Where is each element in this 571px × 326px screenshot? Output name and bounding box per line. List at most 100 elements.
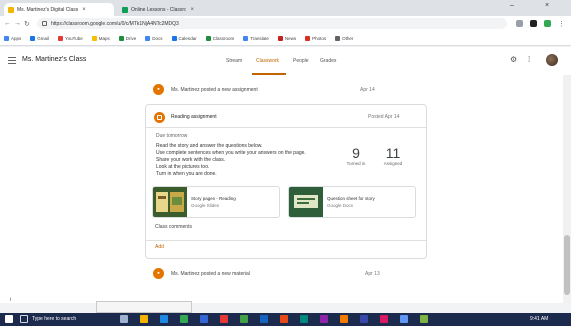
stream-item-title[interactable]: Ms. Martinez posted a new material	[171, 271, 250, 277]
instruction-line: Look at the pictures too.	[156, 164, 210, 170]
attachment-title: Question sheet for story	[327, 196, 375, 201]
file-explorer-icon[interactable]	[140, 315, 148, 323]
class-comments-label[interactable]: Class comments	[155, 224, 192, 230]
bookmark-item[interactable]: Maps	[91, 36, 110, 41]
chrome-icon[interactable]	[180, 315, 188, 323]
attachment-card[interactable]: Story pages - Reading Google Slides	[152, 186, 280, 218]
assignment-card: Reading assignment Posted Apr 14 Due tom…	[145, 104, 427, 259]
teams-icon[interactable]	[300, 315, 308, 323]
material-icon: ▪	[153, 268, 164, 279]
windows-start-icon[interactable]	[5, 315, 13, 323]
bookmark-star-icon[interactable]	[516, 20, 523, 27]
side-label: i	[10, 297, 12, 303]
youtube-icon	[58, 36, 64, 41]
turned-in-label: Turned in	[346, 161, 366, 166]
docs-icon	[145, 36, 151, 41]
folder-icon	[335, 36, 341, 41]
class-title[interactable]: Ms. Martinez's Class	[22, 56, 86, 63]
address-bar[interactable]: https://classroom.google.com/u/0/c/MTk1N…	[37, 18, 507, 29]
assignment-title[interactable]: Reading assignment	[171, 114, 217, 120]
turned-in-stat[interactable]: 9 Turned in	[346, 145, 366, 166]
search-icon[interactable]	[20, 315, 28, 323]
bookmark-item[interactable]: Other	[335, 36, 353, 41]
classroom-icon	[205, 36, 211, 41]
avatar[interactable]	[546, 54, 558, 66]
app-icon[interactable]	[380, 315, 388, 323]
add-comment-link[interactable]: Add	[155, 244, 164, 250]
instruction-line: Turn in when you are done.	[156, 171, 217, 177]
attachment-type: Google Slides	[191, 203, 220, 208]
settings-gear-icon[interactable]: ⚙	[510, 55, 517, 64]
gmail-icon	[30, 36, 36, 41]
close-tab-icon[interactable]: ×	[82, 7, 86, 13]
tab-label: Online Lessons - Classroom	[131, 6, 187, 13]
floating-toolbar[interactable]	[96, 301, 192, 313]
assigned-count: 11	[385, 145, 401, 161]
bookmark-item[interactable]: Drive	[118, 36, 136, 41]
divider	[146, 127, 426, 128]
browser-tab[interactable]: Online Lessons - Classroom ×	[118, 3, 198, 16]
docs-thumbnail	[289, 187, 323, 217]
bookmark-item[interactable]: Apps	[4, 36, 21, 41]
assigned-stat[interactable]: 11 Assigned	[381, 145, 405, 166]
page-scrollbar[interactable]	[563, 75, 571, 303]
attachment-card[interactable]: Question sheet for story Google Docs	[288, 186, 416, 218]
tab-classwork[interactable]: Classwork	[256, 58, 279, 64]
close-tab-icon[interactable]: ×	[190, 7, 194, 13]
close-window-icon[interactable]: ×	[545, 2, 549, 9]
instruction-line: Read the story and answer the questions …	[156, 143, 263, 149]
bookmark-item[interactable]: Gmail	[30, 36, 49, 41]
reload-icon[interactable]: ↻	[24, 20, 30, 28]
tab-grades[interactable]: Grades	[320, 58, 336, 64]
tab-people[interactable]: People	[293, 58, 309, 64]
windows-taskbar: Type here to search 9:41 AM	[0, 313, 571, 326]
bookmark-item[interactable]: YouTube	[58, 36, 83, 41]
task-view-icon[interactable]	[120, 315, 128, 323]
tab-stream[interactable]: Stream	[226, 58, 242, 64]
bookmark-item[interactable]: Classroom	[205, 36, 234, 41]
back-arrow-icon[interactable]: ←	[4, 20, 11, 27]
app-icon[interactable]	[400, 315, 408, 323]
app-icon[interactable]	[340, 315, 348, 323]
assignment-date: Posted Apr 14	[368, 114, 400, 120]
onenote-icon[interactable]	[320, 315, 328, 323]
extension-icon[interactable]	[530, 20, 537, 27]
drive-icon	[118, 36, 124, 41]
powerpoint-icon[interactable]	[280, 315, 288, 323]
more-menu-icon[interactable]: ⋮	[558, 20, 565, 28]
browser-tab-active[interactable]: Ms. Martinez's Digital Class ×	[4, 3, 114, 16]
classroom-header: Ms. Martinez's Class Stream Classwork Pe…	[0, 47, 571, 75]
tab-label: Ms. Martinez's Digital Class	[17, 6, 79, 13]
browser-tab-strip: Ms. Martinez's Digital Class × Online Le…	[0, 0, 571, 16]
excel-icon[interactable]	[240, 315, 248, 323]
profile-icon[interactable]	[544, 20, 551, 27]
minimize-window-icon[interactable]: –	[510, 2, 514, 9]
app-icon[interactable]	[360, 315, 368, 323]
scrollbar-thumb[interactable]	[564, 235, 570, 295]
turned-in-count: 9	[352, 145, 360, 161]
instruction-line: Use complete sentences when you write yo…	[156, 150, 306, 156]
store-icon[interactable]	[200, 315, 208, 323]
edge-icon[interactable]	[160, 315, 168, 323]
stream-item-date: Apr 13	[365, 271, 380, 277]
word-icon[interactable]	[260, 315, 268, 323]
photos-icon	[305, 36, 311, 41]
hamburger-menu-icon[interactable]	[8, 57, 16, 66]
instruction-line: Share your work with the class.	[156, 157, 226, 163]
bookmark-item[interactable]: Docs	[145, 36, 163, 41]
bookmark-item[interactable]: News	[277, 36, 296, 41]
maps-icon	[91, 36, 97, 41]
mail-icon[interactable]	[220, 315, 228, 323]
classroom-favicon-icon	[8, 6, 14, 13]
forward-arrow-icon[interactable]: →	[14, 20, 21, 27]
taskbar-search-text[interactable]: Type here to search	[32, 316, 76, 322]
stream-item-date: Apr 14	[360, 87, 375, 93]
attachment-type: Google Docs	[327, 203, 354, 208]
app-icon[interactable]	[420, 315, 428, 323]
bookmark-item[interactable]: Calendar	[171, 36, 197, 41]
bookmark-item[interactable]: Translate	[243, 36, 269, 41]
url-text: https://classroom.google.com/u/0/c/MTk1N…	[51, 20, 179, 27]
stream-item-title[interactable]: Ms. Martinez posted a new assignment	[171, 87, 258, 93]
bookmark-item[interactable]: Photos	[305, 36, 326, 41]
apps-grid-icon[interactable]: ⁞	[528, 55, 530, 64]
